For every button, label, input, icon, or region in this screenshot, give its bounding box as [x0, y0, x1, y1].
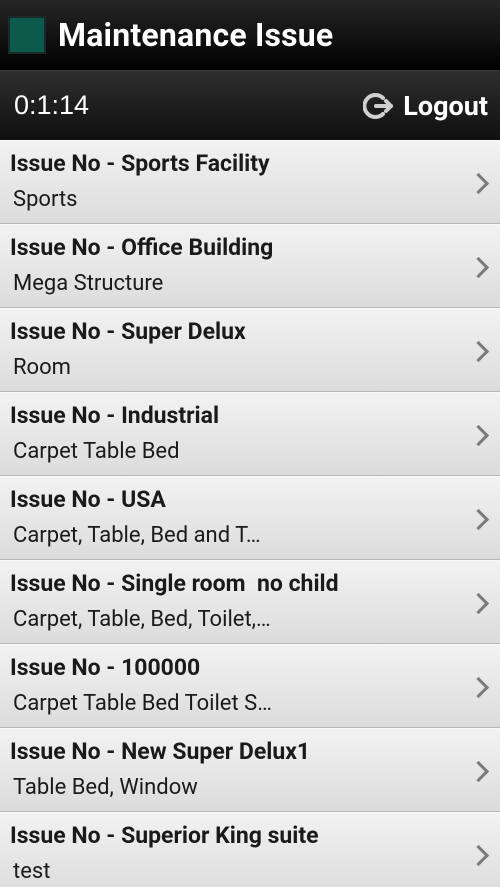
issue-title: Issue No - Industrial	[10, 402, 220, 429]
issue-subtitle: Sports	[13, 187, 78, 212]
issue-list-item[interactable]: Issue No - Sports Facility Sports	[0, 140, 500, 224]
issue-title: Issue No - Super Delux	[10, 318, 246, 345]
logout-icon	[363, 92, 394, 119]
app-logo-icon	[8, 16, 46, 54]
page-title: Maintenance Issue	[58, 16, 334, 54]
issue-list-item[interactable]: Issue No - Office Building Mega Structur…	[0, 224, 500, 308]
issue-title: Issue No - Superior King suite	[10, 822, 319, 849]
issue-list-item[interactable]: Issue No - 100000 Carpet Table Bed Toile…	[0, 644, 500, 728]
issue-subtitle: Room	[13, 355, 71, 380]
app-root: Maintenance Issue 0:1:14 Logout Issue No…	[0, 0, 500, 887]
issue-title: Issue No - 100000	[10, 654, 201, 681]
issue-subtitle: Carpet Table Bed	[13, 439, 180, 464]
issue-list-item[interactable]: Issue No - Single room no child Carpet, …	[0, 560, 500, 644]
issue-title: Issue No - Sports Facility	[10, 150, 270, 177]
issue-subtitle: Table Bed, Window	[13, 775, 198, 800]
issue-list-item[interactable]: Issue No - Super Delux Room	[0, 308, 500, 392]
session-timer: 0:1:14	[14, 90, 90, 120]
issue-list-item[interactable]: Issue No - USA Carpet, Table, Bed and T…	[0, 476, 500, 560]
issue-list: Issue No - Sports Facility Sports Issue …	[0, 140, 500, 887]
issue-list-item[interactable]: Issue No - Industrial Carpet Table Bed	[0, 392, 500, 476]
title-bar: Maintenance Issue	[0, 0, 500, 70]
issue-title: Issue No - USA	[10, 486, 166, 513]
issue-subtitle: Carpet Table Bed Toilet S…	[13, 691, 272, 716]
logout-button[interactable]: Logout	[363, 90, 488, 122]
logout-label: Logout	[403, 89, 488, 122]
issue-subtitle: Mega Structure	[13, 271, 164, 296]
issue-title: Issue No - Single room no child	[10, 570, 339, 597]
issue-subtitle: Carpet, Table, Bed and T…	[13, 523, 261, 548]
issue-subtitle: test	[13, 859, 51, 884]
issue-list-item[interactable]: Issue No - Superior King suite test	[0, 812, 500, 887]
session-bar: 0:1:14 Logout	[0, 70, 500, 140]
issue-title: Issue No - Office Building	[10, 234, 274, 261]
issue-title: Issue No - New Super Delux1	[10, 738, 311, 765]
issue-list-item[interactable]: Issue No - New Super Delux1 Table Bed, W…	[0, 728, 500, 812]
issue-subtitle: Carpet, Table, Bed, Toilet,…	[13, 607, 271, 632]
